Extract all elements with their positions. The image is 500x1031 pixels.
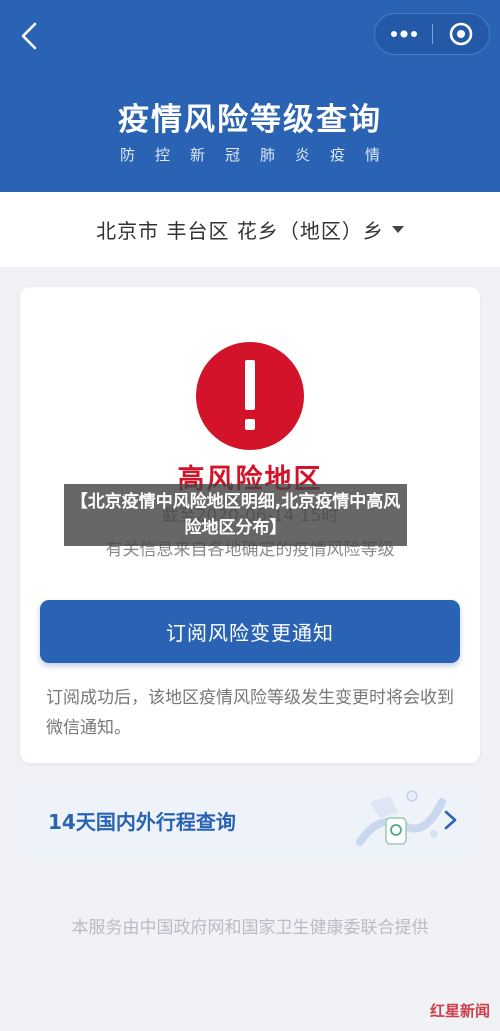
caret-down-icon <box>391 226 404 233</box>
close-button[interactable] <box>433 14 489 54</box>
footer-note: 本服务由中国政府网和国家卫生健康委联合提供 <box>71 918 429 938</box>
subscribe-button[interactable]: 订阅风险变更通知 <box>40 600 460 663</box>
map-route-icon <box>356 790 446 846</box>
miniapp-capsule <box>374 13 490 55</box>
more-dots-icon <box>390 30 417 38</box>
travel-query-card[interactable]: 14天国内外行程查询 <box>20 782 480 858</box>
travel-query-label: 14天国内外行程查询 <box>48 810 236 834</box>
subscribe-note: 订阅成功后，该地区疫情风险等级发生变更时将会收到微信通知。 <box>46 688 454 738</box>
more-button[interactable] <box>375 14 432 54</box>
page-subtitle: 防控新冠肺炎疫情 <box>119 146 400 164</box>
location-text: 北京市 丰台区 花乡（地区）乡 <box>96 219 384 243</box>
back-button[interactable] <box>12 18 46 54</box>
page-title: 疫情风险等级查询 <box>118 102 382 138</box>
brand-watermark: 红星新闻 <box>430 1002 491 1020</box>
location-selector[interactable]: 北京市 丰台区 花乡（地区）乡 <box>0 192 500 267</box>
target-close-icon <box>449 22 473 46</box>
headline-watermark: 【北京疫情中风险地区明细,北京疫情中高风险地区分布】 <box>64 484 407 546</box>
chevron-left-icon <box>21 22 37 50</box>
chevron-right-icon <box>444 810 457 830</box>
exclamation-icon <box>196 342 304 450</box>
header-bar: 疫情风险等级查询 防控新冠肺炎疫情 <box>0 0 500 192</box>
exclamation-mark-glyph <box>245 360 255 430</box>
